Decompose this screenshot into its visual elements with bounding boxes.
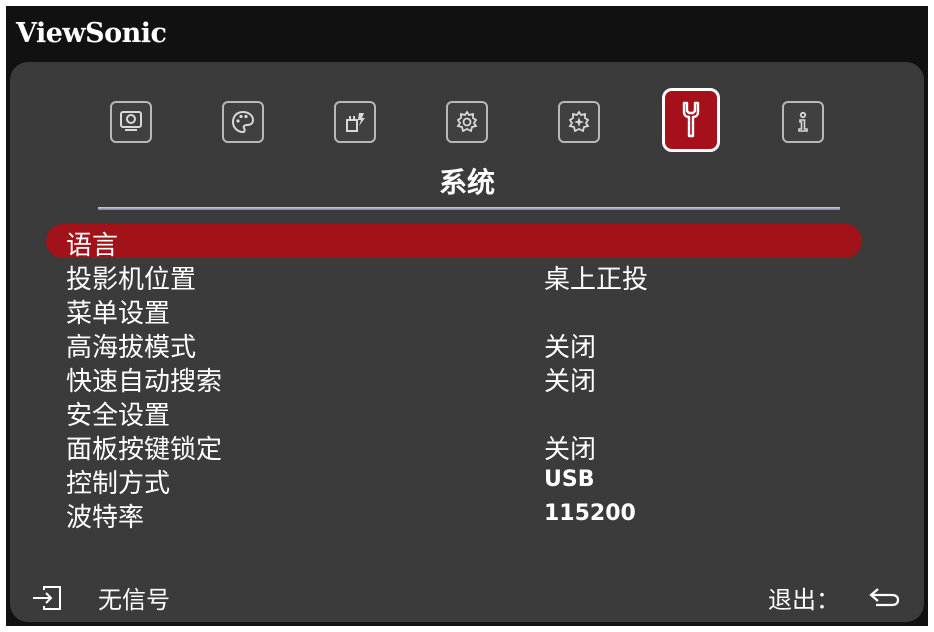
- menu-item-value: 关闭: [544, 367, 597, 397]
- info-icon: [790, 109, 816, 135]
- menu-item-high-altitude-mode[interactable]: 高海拔模式 关闭: [46, 326, 862, 363]
- return-arrow-icon[interactable]: [868, 584, 902, 616]
- menu-item-security-settings[interactable]: 安全设置: [46, 394, 862, 431]
- tab-system[interactable]: [662, 88, 720, 152]
- tab-information[interactable]: [782, 101, 824, 143]
- title-divider: [98, 207, 840, 210]
- tab-advanced-settings[interactable]: [558, 101, 600, 143]
- menu-item-label: 波特率: [66, 503, 145, 533]
- display-icon: [118, 109, 144, 135]
- osd-window: ViewSonic 系统 语言 投影机位置 桌上正投 菜单设置 高海拔模式 关闭…: [6, 6, 928, 626]
- exit-label: 退出：: [768, 586, 840, 614]
- brand-logo: ViewSonic: [16, 18, 167, 49]
- tab-picture[interactable]: [222, 101, 264, 143]
- menu-item-control-method[interactable]: 控制方式 USB: [46, 462, 862, 499]
- menu-item-baud-rate[interactable]: 波特率 115200: [46, 496, 862, 533]
- power-plug-icon: [342, 109, 368, 135]
- menu-item-value: 桌上正投: [544, 265, 649, 295]
- menu-item-quick-auto-search[interactable]: 快速自动搜索 关闭: [46, 360, 862, 397]
- menu-item-label: 面板按键锁定: [66, 435, 223, 465]
- signal-status: 无信号: [98, 586, 170, 614]
- menu-item-label: 安全设置: [66, 401, 171, 431]
- tab-power[interactable]: [334, 101, 376, 143]
- menu-item-value: 关闭: [544, 435, 597, 465]
- menu-item-panel-key-lock[interactable]: 面板按键锁定 关闭: [46, 428, 862, 465]
- input-source-icon: [30, 584, 64, 616]
- wrench-icon: [676, 100, 706, 140]
- menu-panel: 系统 语言 投影机位置 桌上正投 菜单设置 高海拔模式 关闭 快速自动搜索 关闭…: [10, 62, 924, 622]
- settings-gear-icon: [454, 109, 480, 135]
- menu-item-label: 快速自动搜索: [66, 367, 223, 397]
- palette-icon: [230, 109, 256, 135]
- menu-item-label: 控制方式: [66, 469, 171, 499]
- menu-item-label: 投影机位置: [66, 265, 197, 295]
- menu-item-value: 关闭: [544, 333, 597, 363]
- tab-display[interactable]: [110, 101, 152, 143]
- menu-item-label: 高海拔模式: [66, 333, 197, 363]
- tab-basic-settings[interactable]: [446, 101, 488, 143]
- menu-item-value: 115200: [544, 501, 636, 526]
- advanced-settings-icon: [566, 109, 592, 135]
- menu-item-menu-settings[interactable]: 菜单设置: [46, 292, 862, 329]
- menu-item-projector-position[interactable]: 投影机位置 桌上正投: [46, 258, 862, 295]
- menu-item-label: 菜单设置: [66, 299, 171, 329]
- section-title: 系统: [438, 166, 495, 199]
- menu-item-value: USB: [544, 467, 595, 492]
- menu-item-language[interactable]: 语言: [46, 224, 862, 261]
- menu-item-label: 语言: [66, 231, 119, 261]
